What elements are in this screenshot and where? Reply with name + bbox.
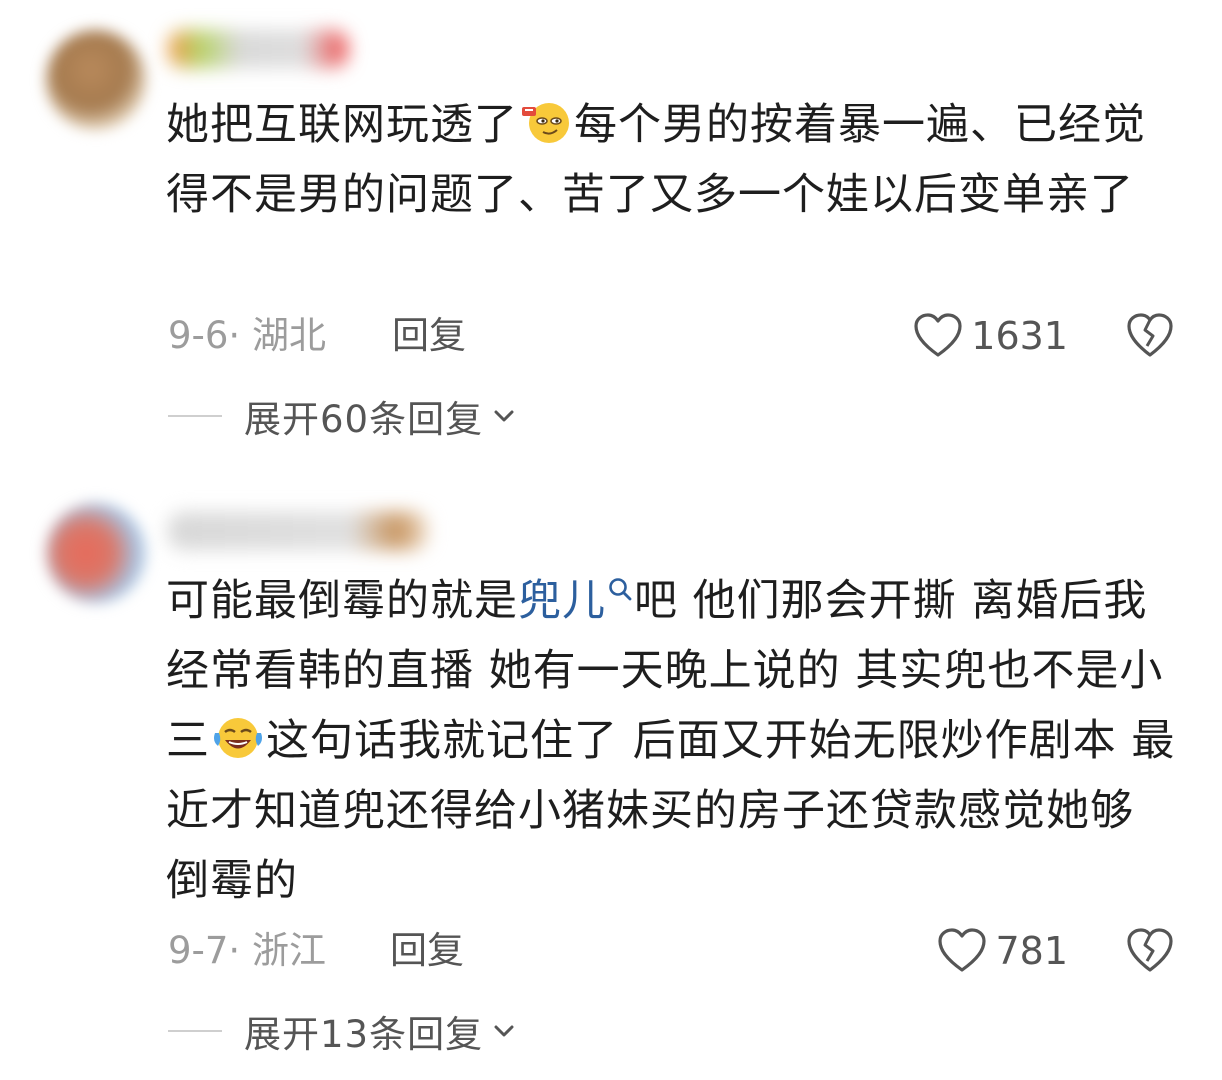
- like-button[interactable]: 1631: [913, 311, 1068, 361]
- comment-text-part: 这句话我就记住了 后面又开始无限炒作剧本 最近才知道兜还得给小猪妹买的房子还贷款…: [166, 716, 1176, 906]
- expand-replies-label: 展开13条回复: [244, 1013, 484, 1056]
- comment-text-part: 她把互联网玩透了: [166, 100, 518, 150]
- expand-replies-button[interactable]: 展开13条回复: [168, 1006, 515, 1056]
- heart-icon: [914, 313, 962, 357]
- comment-meta-row: 9-6· 湖北 回复 1631: [168, 311, 1178, 361]
- like-count: 1631: [971, 314, 1068, 358]
- heart-icon: [938, 928, 987, 972]
- laughing-crying-face-emoji-icon: [214, 718, 262, 758]
- comment-meta-row: 9-7· 浙江 回复 781: [168, 926, 1178, 976]
- broken-heart-icon[interactable]: [1126, 313, 1174, 359]
- divider-line: [168, 1030, 222, 1032]
- chevron-down-icon: [494, 1025, 514, 1037]
- username-blurred[interactable]: [168, 30, 348, 68]
- reply-button[interactable]: 回复: [390, 926, 464, 976]
- expand-replies-label: 展开60条回复: [244, 398, 484, 441]
- reply-button[interactable]: 回复: [392, 311, 466, 361]
- smirk-face-emoji-icon: [522, 103, 569, 143]
- like-count: 781: [995, 929, 1068, 973]
- date-location: 9-6· 湖北: [168, 314, 326, 357]
- comment-body: 她把互联网玩透了 每个男的按着暴一遍、已经觉得不是男的问题了、苦了又多一个娃以后…: [166, 90, 1176, 230]
- comment-body: 可能最倒霉的就是兜儿 吧 他们那会开撕 离婚后我经常看韩的直播 她有一天晚上说的…: [166, 566, 1176, 916]
- date-location: 9-7· 浙江: [168, 929, 326, 972]
- search-icon: [609, 578, 632, 601]
- topic-link-text: 兜儿: [518, 576, 606, 626]
- like-button[interactable]: 781: [937, 926, 1068, 976]
- comment-text-part: 可能最倒霉的就是: [166, 576, 518, 626]
- broken-heart-icon[interactable]: [1126, 928, 1174, 974]
- topic-link[interactable]: 兜儿: [518, 576, 634, 626]
- chevron-down-icon: [494, 410, 514, 422]
- avatar[interactable]: [46, 503, 146, 603]
- username-blurred[interactable]: [168, 512, 428, 550]
- avatar[interactable]: [46, 30, 146, 130]
- expand-replies-button[interactable]: 展开60条回复: [168, 391, 515, 441]
- divider-line: [168, 415, 222, 417]
